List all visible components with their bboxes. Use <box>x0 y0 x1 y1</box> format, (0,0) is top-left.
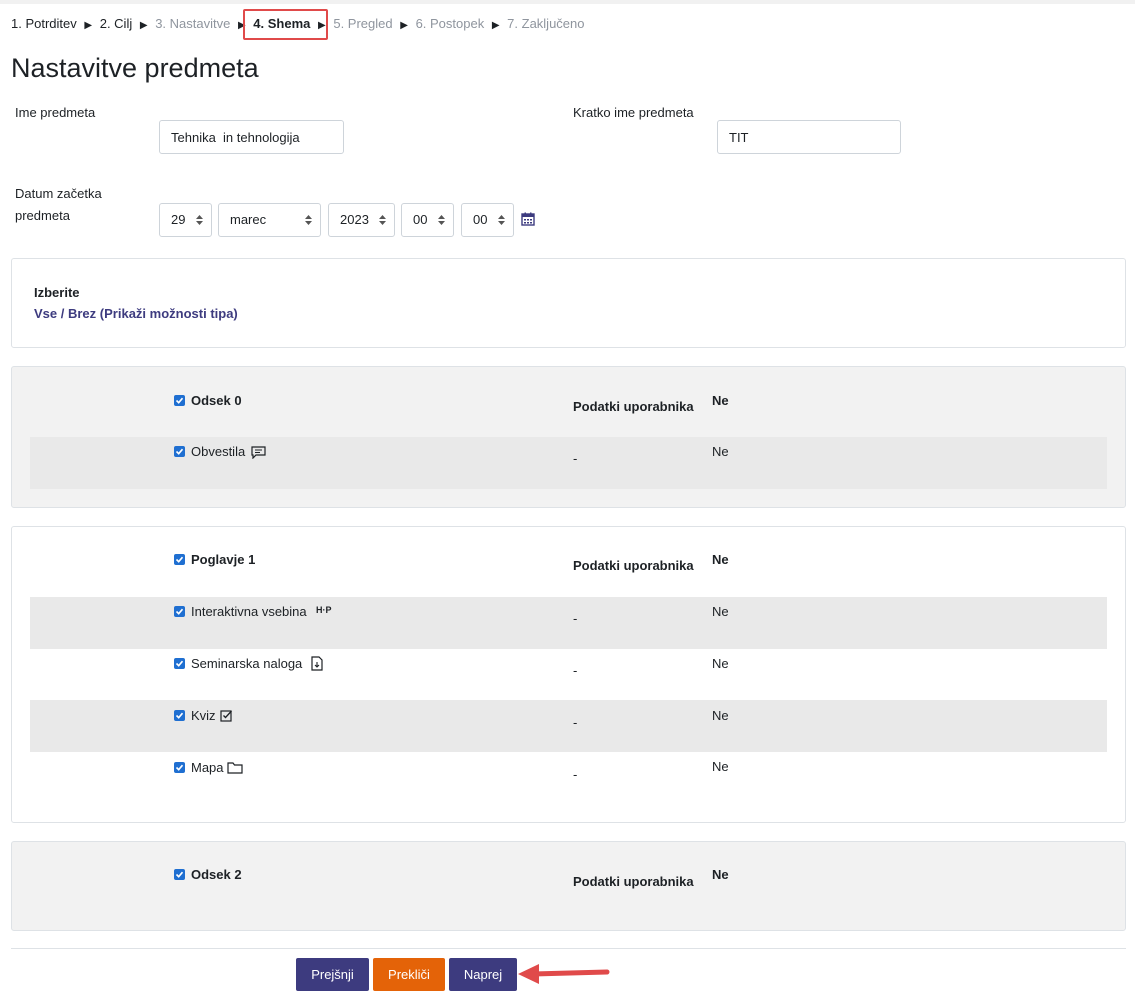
activity-name: Seminarska naloga <box>191 656 303 671</box>
step-review: 5. Pregled <box>333 16 393 31</box>
section-name: Odsek 2 <box>191 867 242 882</box>
minute-select[interactable]: 00 <box>461 203 514 237</box>
year-value: 2023 <box>340 212 369 227</box>
column-header-userdata: Podatki uporabnika <box>573 558 694 573</box>
section-name: Odsek 0 <box>191 393 242 408</box>
activity-checkbox[interactable] <box>174 606 185 617</box>
shortname-label: Kratko ime predmeta <box>573 105 694 120</box>
activity-checkbox[interactable] <box>174 658 185 669</box>
check-icon <box>175 712 184 719</box>
select-arrows-icon <box>438 215 445 225</box>
previous-button[interactable]: Prejšnji <box>296 958 369 991</box>
check-icon <box>175 448 184 455</box>
select-links-separator: / <box>57 306 68 321</box>
startdate-label-line1: Datum začetka <box>15 186 102 201</box>
check-icon <box>175 764 184 771</box>
column-header-userdata: Podatki uporabnika <box>573 399 694 414</box>
page-title: Nastavitve predmeta <box>11 53 259 83</box>
activity-name: Kviz <box>191 708 216 723</box>
step-settings: 3. Nastavitve <box>155 16 231 31</box>
next-button[interactable]: Naprej <box>449 958 517 991</box>
activity-name: Obvestila <box>191 444 246 459</box>
top-border <box>0 0 1135 4</box>
select-title: Izberite <box>34 285 80 300</box>
check-icon <box>175 608 184 615</box>
quiz-icon <box>220 710 232 722</box>
month-value: marec <box>230 212 267 227</box>
step-separator-icon: ▶ <box>139 20 148 31</box>
activity-userdata: - <box>573 611 578 626</box>
check-icon <box>175 660 184 667</box>
activity-checkbox[interactable] <box>174 446 185 457</box>
step-process: 6. Postopek <box>415 16 485 31</box>
activity-userdata: - <box>573 715 578 730</box>
hour-select[interactable]: 00 <box>401 203 454 237</box>
step-complete: 7. Zaključeno <box>507 16 585 31</box>
section-panel-odsek-2 <box>11 841 1126 931</box>
select-arrows-icon <box>305 215 312 225</box>
day-value: 29 <box>171 212 186 227</box>
section-checkbox[interactable] <box>174 869 185 880</box>
activity-userdata: - <box>573 767 578 782</box>
startdate-label-line2: predmeta <box>15 208 70 223</box>
activity-name: Mapa <box>191 760 224 775</box>
calendar-icon[interactable] <box>521 212 535 226</box>
activity-value: Ne <box>712 444 729 459</box>
activity-checkbox[interactable] <box>174 762 185 773</box>
section-checkbox[interactable] <box>174 554 185 565</box>
year-select[interactable]: 2023 <box>328 203 395 237</box>
activity-value: Ne <box>712 656 729 671</box>
select-all-link[interactable]: Vse <box>34 306 57 321</box>
activity-value: Ne <box>712 708 729 723</box>
annotation-arrow-icon <box>518 964 610 984</box>
activity-userdata: - <box>573 451 578 466</box>
activity-name: Interaktivna vsebina <box>191 604 307 619</box>
step-destination: 2. Cilj <box>99 16 133 31</box>
day-select[interactable]: 29 <box>159 203 212 237</box>
column-header-userdata: Podatki uporabnika <box>573 874 694 889</box>
footer-divider <box>11 948 1126 949</box>
check-icon <box>175 556 184 563</box>
current-step-highlight <box>243 9 328 40</box>
assignment-icon <box>311 656 323 671</box>
section-value: Ne <box>712 552 729 567</box>
fullname-label: Ime predmeta <box>15 105 96 120</box>
fullname-input[interactable] <box>159 120 344 154</box>
step-separator-icon: ▶ <box>491 20 500 31</box>
section-name: Poglavje 1 <box>191 552 256 567</box>
activity-value: Ne <box>712 604 729 619</box>
select-panel <box>11 258 1126 348</box>
select-links: Vse / Brez (Prikaži možnosti tipa) <box>34 306 238 321</box>
step-confirmation: 1. Potrditev <box>11 16 77 31</box>
select-arrows-icon <box>196 215 203 225</box>
step-separator-icon: ▶ <box>400 20 408 31</box>
step-separator-icon: ▶ <box>84 20 93 31</box>
section-checkbox[interactable] <box>174 395 185 406</box>
folder-icon <box>227 762 243 774</box>
shortname-input[interactable] <box>717 120 901 154</box>
select-none-link[interactable]: Brez <box>68 306 96 321</box>
section-value: Ne <box>712 867 729 882</box>
activity-userdata: - <box>573 663 578 678</box>
minute-value: 00 <box>473 212 488 227</box>
check-icon <box>175 397 184 404</box>
h5p-icon: H·P <box>316 605 332 615</box>
check-icon <box>175 871 184 878</box>
section-panel-poglavje-1 <box>11 526 1126 823</box>
activity-checkbox[interactable] <box>174 710 185 721</box>
show-type-options-link[interactable]: (Prikaži možnosti tipa) <box>100 306 238 321</box>
activity-value: Ne <box>712 759 729 774</box>
forum-icon <box>251 446 266 459</box>
month-select[interactable]: marec <box>218 203 321 237</box>
select-arrows-icon <box>498 215 505 225</box>
section-value: Ne <box>712 393 729 408</box>
cancel-button[interactable]: Prekliči <box>373 958 445 991</box>
hour-value: 00 <box>413 212 428 227</box>
select-arrows-icon <box>379 215 386 225</box>
